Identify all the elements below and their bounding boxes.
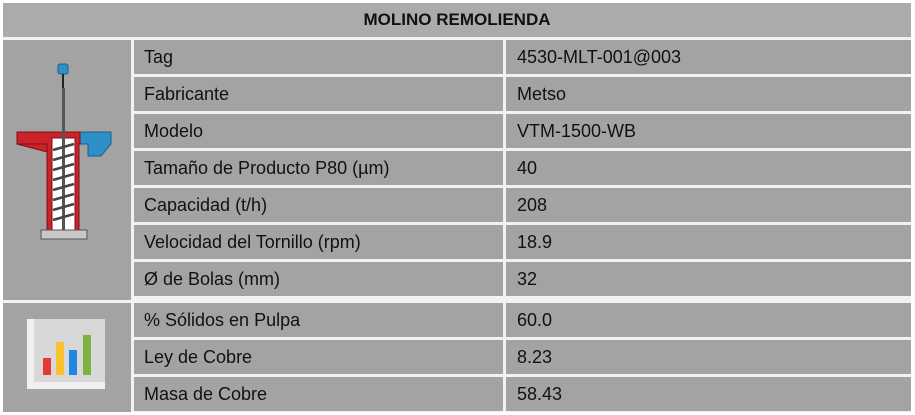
row-label: Tag	[134, 40, 503, 74]
row-label: Ø de Bolas (mm)	[134, 262, 503, 296]
row-label: Fabricante	[134, 77, 503, 111]
row-value: 58.43	[506, 377, 911, 411]
equipment-icon-cell	[3, 40, 131, 300]
row-label: Modelo	[134, 114, 503, 148]
row-value: 40	[506, 151, 911, 185]
table-row: Fabricante Metso	[134, 77, 911, 111]
table-row: Capacidad (t/h) 208	[134, 188, 911, 222]
table-row: Masa de Cobre 58.43	[134, 377, 911, 411]
vertical-mill-icon	[16, 63, 112, 240]
mill-info-panel: MOLINO REMOLIENDA Tag 4530-MLT-001@003 F…	[3, 3, 911, 412]
row-label: Ley de Cobre	[134, 340, 503, 374]
table-row: Modelo VTM-1500-WB	[134, 114, 911, 148]
table-row: Ø de Bolas (mm) 32	[134, 262, 911, 296]
row-value: 18.9	[506, 225, 911, 259]
table-row: Tag 4530-MLT-001@003	[134, 40, 911, 74]
panel-title: MOLINO REMOLIENDA	[3, 3, 911, 37]
row-label: Velocidad del Tornillo (rpm)	[134, 225, 503, 259]
row-value: 4530-MLT-001@003	[506, 40, 911, 74]
row-label: Masa de Cobre	[134, 377, 503, 411]
row-value: 60.0	[506, 303, 911, 337]
row-value: Metso	[506, 77, 911, 111]
chart-icon-cell	[3, 303, 131, 412]
row-label: % Sólidos en Pulpa	[134, 303, 503, 337]
row-label: Capacidad (t/h)	[134, 188, 503, 222]
table-row: Ley de Cobre 8.23	[134, 340, 911, 374]
row-value: 8.23	[506, 340, 911, 374]
table-row: Tamaño de Producto P80 (µm) 40	[134, 151, 911, 185]
table-row: % Sólidos en Pulpa 60.0	[134, 303, 911, 337]
row-label: Tamaño de Producto P80 (µm)	[134, 151, 503, 185]
table-row: Velocidad del Tornillo (rpm) 18.9	[134, 225, 911, 259]
row-value: 208	[506, 188, 911, 222]
row-value: VTM-1500-WB	[506, 114, 911, 148]
bar-chart-icon	[27, 319, 105, 389]
row-value: 32	[506, 262, 911, 296]
